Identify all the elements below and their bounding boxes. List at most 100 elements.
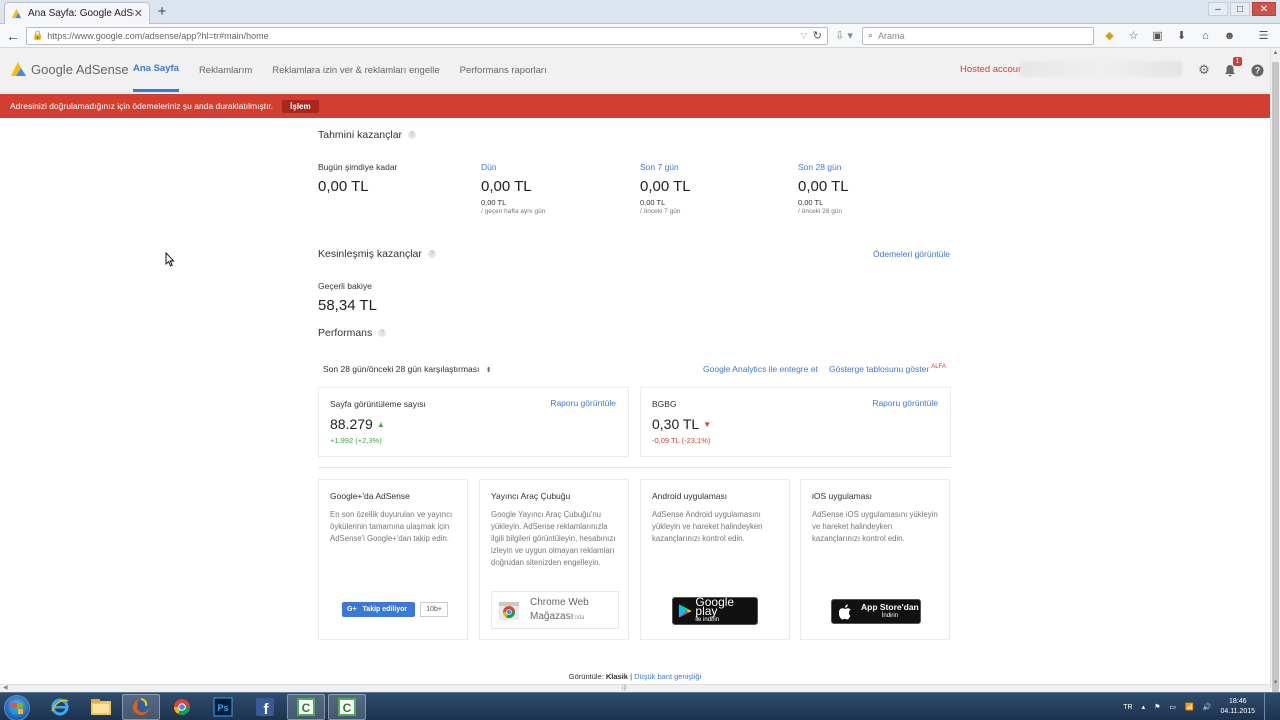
facebook-icon: f xyxy=(256,698,274,717)
taskbar-ie[interactable] xyxy=(41,694,79,720)
taskbar-camtasia-2[interactable]: C xyxy=(328,694,366,720)
download-icon[interactable]: ⬇ xyxy=(1172,27,1191,45)
dropdown-arrow-icon[interactable]: ▽ xyxy=(801,31,807,40)
card-body: En son özellik duyuruları ve yayıncı öyk… xyxy=(330,510,453,543)
follow-button[interactable]: G+ Takip ediliyor xyxy=(342,602,416,617)
horizontal-scrollbar[interactable]: ◀ ||| xyxy=(0,684,1270,692)
alert-action-button[interactable]: İşlem xyxy=(282,99,319,113)
performance-title: Performans ? xyxy=(318,327,387,339)
tab-title: Ana Sayfa: Google AdSense xyxy=(28,8,134,19)
scroll-up-icon[interactable]: ▲ xyxy=(1271,50,1280,56)
window-close-icon[interactable]: ✕ xyxy=(1252,2,1276,16)
comparison-selector[interactable]: Son 28 gün/önceki 28 gün karşılaştırması… xyxy=(323,364,492,374)
google-play-badge[interactable]: Google play ile indirin xyxy=(672,596,758,625)
store-small-text: ile indirin xyxy=(695,616,720,623)
taskbar-explorer[interactable] xyxy=(82,694,120,720)
minimize-icon[interactable]: – xyxy=(1208,2,1228,16)
help-icon[interactable]: ? xyxy=(408,131,417,139)
scroll-down-icon[interactable]: ▼ xyxy=(1271,680,1280,686)
metric-value: 0,00 TL xyxy=(318,178,369,195)
power-icon[interactable]: ▭ xyxy=(1169,703,1176,711)
google-play-text: Google play ile indirin xyxy=(695,596,757,625)
store-suffix: 'nda xyxy=(573,614,585,621)
language-indicator[interactable]: TR xyxy=(1123,704,1132,711)
clipboard-icon[interactable]: ▣ xyxy=(1148,27,1167,45)
card-title: BGBG xyxy=(652,399,677,409)
system-tray: TR ▴ ⚑ ▭ 📶 🔊 18:46 04.11.2015 xyxy=(1123,693,1270,720)
apple-icon xyxy=(839,604,851,619)
view-report-link[interactable]: Raporu görüntüle xyxy=(872,398,938,408)
adsense-favicon-icon xyxy=(11,8,22,19)
clock-date: 04.11.2015 xyxy=(1220,708,1255,715)
app-store-text: App Store'dan İndirin xyxy=(861,602,919,621)
view-report-link[interactable]: Raporu görüntüle xyxy=(550,398,616,408)
start-button[interactable] xyxy=(4,695,30,720)
clock[interactable]: 18:46 04.11.2015 xyxy=(1220,697,1255,717)
chrome-web-store-text: Chrome Web Mağazası'nda xyxy=(530,596,589,625)
help-icon[interactable]: ? xyxy=(427,250,436,258)
network-icon[interactable]: 📶 xyxy=(1185,703,1194,711)
nav-my-ads[interactable]: Reklamlarım xyxy=(199,48,252,92)
nav-performance-reports[interactable]: Performans raporları xyxy=(460,48,547,92)
arrow-up-icon: ▲ xyxy=(376,419,385,429)
help-icon[interactable]: ? xyxy=(378,329,387,337)
chat-icon[interactable]: ☻ xyxy=(1220,27,1239,45)
volume-icon[interactable]: 🔊 xyxy=(1203,703,1212,711)
search-input[interactable]: ⌕ Arama xyxy=(862,26,1094,45)
extension-icon[interactable]: ◆ xyxy=(1100,27,1119,45)
reload-icon[interactable]: ↻ xyxy=(813,29,822,42)
view-payments-link[interactable]: Ödemeleri görüntüle xyxy=(873,249,950,259)
adsense-logo[interactable]: Google AdSense xyxy=(11,61,129,77)
google-plus-follow: G+ Takip ediliyor 10b+ xyxy=(342,602,448,617)
scroll-thumb[interactable] xyxy=(1272,62,1279,694)
metric-label[interactable]: Son 28 gün xyxy=(798,162,849,172)
nav-home[interactable]: Ana Sayfa xyxy=(133,48,179,92)
download-dropdown-icon[interactable]: ⇩ ▾ xyxy=(828,29,860,42)
scroll-grip-icon[interactable]: ||| xyxy=(622,685,627,691)
footer-classic: Klasik xyxy=(605,672,628,681)
account-email-blurred[interactable] xyxy=(1020,61,1182,77)
taskbar-photoshop[interactable]: Ps xyxy=(204,694,242,720)
low-bandwidth-link[interactable]: Düşük bant genişliği xyxy=(634,672,701,681)
taskbar-chrome[interactable] xyxy=(163,694,201,720)
lock-icon: 🔒 xyxy=(32,30,44,40)
hosted-account-label[interactable]: Hosted accour xyxy=(960,64,1021,75)
chrome-web-store-badge[interactable]: Chrome Web Mağazası'nda xyxy=(491,591,619,629)
gear-icon[interactable]: ⚙ xyxy=(1196,62,1212,78)
card-body: AdSense Android uygulamasını yükleyin ve… xyxy=(652,510,763,543)
taskbar-facebook[interactable]: f xyxy=(246,694,284,720)
maximize-icon[interactable]: □ xyxy=(1230,2,1250,16)
app-store-badge[interactable]: App Store'dan İndirin xyxy=(831,599,921,624)
bookmark-star-icon[interactable]: ☆ xyxy=(1124,27,1143,45)
windows-logo-icon xyxy=(12,703,23,714)
show-dashboard-link[interactable]: Gösterge tablosunu göster ALFA xyxy=(829,364,946,374)
scroll-left-icon[interactable]: ◀ xyxy=(3,684,8,691)
taskbar-camtasia-1[interactable]: C xyxy=(287,694,325,720)
metric-label[interactable]: Dün xyxy=(481,162,545,172)
chrome-icon xyxy=(173,699,191,716)
home-icon[interactable]: ⌂ xyxy=(1196,27,1215,45)
follower-count: 10b+ xyxy=(420,602,448,617)
show-desktop-button[interactable] xyxy=(1264,693,1270,720)
svg-text:Ps: Ps xyxy=(217,703,228,713)
metric-label: Bugün şimdiye kadar xyxy=(318,162,398,172)
metric-label[interactable]: Son 7 gün xyxy=(640,162,691,172)
store-line-2-wrap: Mağazası'nda xyxy=(530,610,589,625)
analytics-integrate-link[interactable]: Google Analytics ile entegre et xyxy=(703,364,818,374)
metric-compare-value: 0,00 TL xyxy=(481,198,507,207)
address-bar[interactable]: 🔒 https://www.google.com/adsense/app?hl=… xyxy=(26,26,828,45)
nav-allow-block-ads[interactable]: Reklamlara izin ver & reklamları engelle xyxy=(272,48,439,92)
vertical-scrollbar[interactable]: ▲ ▼ xyxy=(1270,48,1280,694)
close-tab-icon[interactable]: ✕ xyxy=(134,7,143,20)
menu-icon[interactable]: ☰ xyxy=(1254,27,1273,45)
help-icon[interactable]: ? xyxy=(1249,62,1265,78)
taskbar-firefox[interactable] xyxy=(122,694,160,720)
new-tab-button[interactable]: + xyxy=(154,3,170,20)
chrome-web-store-icon xyxy=(499,602,519,620)
tray-expand-icon[interactable]: ▴ xyxy=(1142,703,1146,711)
action-center-icon[interactable]: ⚑ xyxy=(1154,703,1160,711)
internet-explorer-icon xyxy=(51,698,69,716)
back-arrow-icon[interactable]: ← xyxy=(4,27,22,45)
card-heading: iOS uygulaması xyxy=(812,491,872,501)
browser-tab[interactable]: Ana Sayfa: Google AdSense ✕ xyxy=(4,2,150,24)
